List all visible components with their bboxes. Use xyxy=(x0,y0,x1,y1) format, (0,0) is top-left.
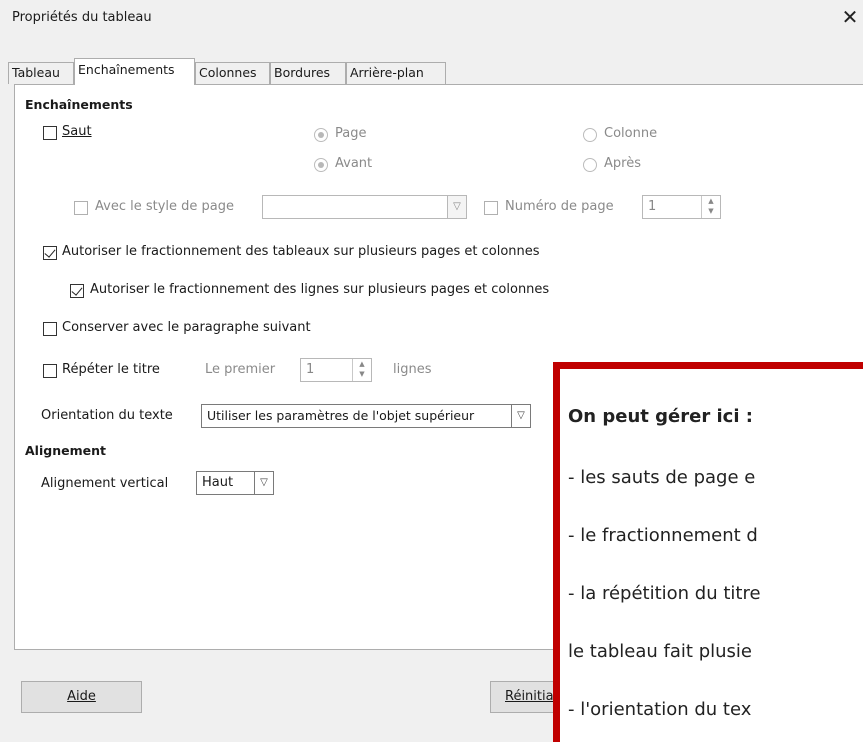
split-rows-label: Autoriser le fractionnement des lignes s… xyxy=(90,282,550,297)
tab-enchainements[interactable]: Enchaînements xyxy=(74,58,195,85)
page-number-spinner[interactable]: 1 ▲ ▼ xyxy=(642,195,721,219)
saut-checkbox[interactable] xyxy=(43,126,57,140)
annotation-title: On peut gérer ici : xyxy=(568,406,753,427)
repeat-heading-checkbox[interactable] xyxy=(43,364,57,378)
split-tables-label: Autoriser le fractionnement des tableaux… xyxy=(62,244,540,259)
tab-bordures[interactable]: Bordures xyxy=(270,62,346,84)
radio-page-label: Page xyxy=(335,126,367,141)
text-orientation-value: Utiliser les paramètres de l'objet supér… xyxy=(207,408,475,423)
radio-page[interactable] xyxy=(314,128,328,142)
page-style-dropdown[interactable]: ▽ xyxy=(262,195,467,219)
radio-avant-label: Avant xyxy=(335,156,373,171)
spin-arrows-icon[interactable]: ▲ ▼ xyxy=(701,196,720,218)
split-rows-checkbox[interactable] xyxy=(70,284,84,298)
first-rows-spinner[interactable]: 1 ▲ ▼ xyxy=(300,358,372,382)
radio-avant[interactable] xyxy=(314,158,328,172)
tab-tableau[interactable]: Tableau xyxy=(8,62,74,84)
annotation-line: - le fractionnement d xyxy=(568,525,758,546)
vertical-alignment-label: Alignement vertical xyxy=(41,476,169,491)
radio-apres-label: Après xyxy=(604,156,641,171)
text-orientation-label: Orientation du texte xyxy=(41,408,173,423)
page-number-value: 1 xyxy=(648,199,657,214)
radio-colonne[interactable] xyxy=(583,128,597,142)
close-icon[interactable]: ✕ xyxy=(838,2,862,32)
annotation-line: le tableau fait plusie xyxy=(568,641,752,662)
keep-with-next-label: Conserver avec le paragraphe suivant xyxy=(62,320,311,335)
tab-colonnes[interactable]: Colonnes xyxy=(195,62,270,84)
rows-unit-label: lignes xyxy=(393,362,432,377)
split-tables-checkbox[interactable] xyxy=(43,246,57,260)
chevron-down-icon[interactable]: ▽ xyxy=(511,404,531,428)
annotation-line: - les sauts de page e xyxy=(568,467,756,488)
reset-button-label: Réinitia xyxy=(505,689,554,704)
page-number-label: Numéro de page xyxy=(505,199,614,214)
vertical-alignment-dropdown[interactable]: Haut ▽ xyxy=(196,471,274,495)
vertical-alignment-value: Haut xyxy=(202,475,234,490)
section-title-enchainements: Enchaînements xyxy=(25,97,133,112)
chevron-down-icon[interactable]: ▽ xyxy=(447,195,467,219)
repeat-heading-label: Répéter le titre xyxy=(62,362,160,377)
first-rows-value: 1 xyxy=(306,362,315,377)
annotation-line: - la répétition du titre xyxy=(568,583,761,604)
saut-label: Saut xyxy=(62,124,92,139)
help-button-label: Aide xyxy=(67,689,96,704)
keep-with-next-checkbox[interactable] xyxy=(43,322,57,336)
annotation-callout: On peut gérer ici : - les sauts de page … xyxy=(553,362,863,742)
text-orientation-dropdown[interactable]: Utiliser les paramètres de l'objet supér… xyxy=(201,404,531,428)
annotation-line: - l'orientation du tex xyxy=(568,699,752,720)
page-style-label: Avec le style de page xyxy=(95,199,235,214)
section-title-alignement: Alignement xyxy=(25,443,106,458)
spin-arrows-icon[interactable]: ▲ ▼ xyxy=(352,359,371,381)
page-style-checkbox[interactable] xyxy=(74,201,88,215)
chevron-down-icon[interactable]: ▽ xyxy=(254,471,274,495)
radio-colonne-label: Colonne xyxy=(604,126,658,141)
help-button[interactable]: Aide xyxy=(21,681,142,713)
tab-arriere-plan[interactable]: Arrière-plan xyxy=(346,62,446,84)
page-number-checkbox[interactable] xyxy=(484,201,498,215)
window-title: Propriétés du tableau xyxy=(12,10,152,25)
first-rows-label: Le premier xyxy=(205,362,276,377)
radio-apres[interactable] xyxy=(583,158,597,172)
